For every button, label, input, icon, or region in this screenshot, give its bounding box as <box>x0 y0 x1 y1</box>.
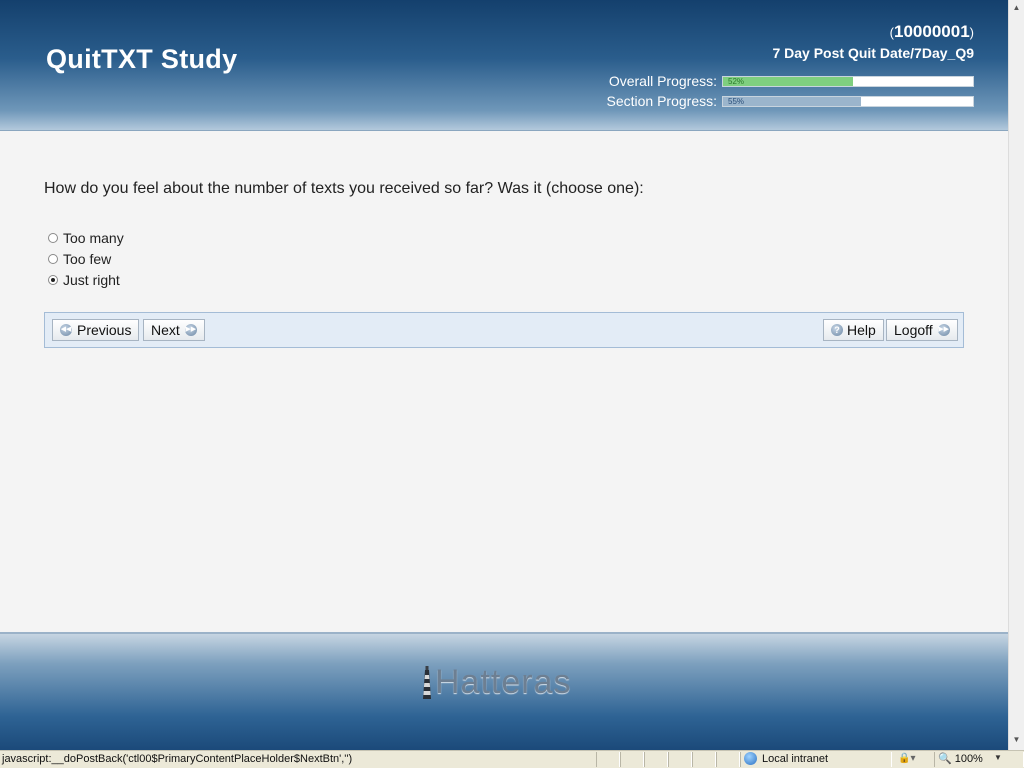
participant-info: (10000001) 7 Day Post Quit Date/7Day_Q9 <box>772 22 974 61</box>
radio-too-few[interactable] <box>48 253 58 264</box>
help-label: Help <box>847 322 876 338</box>
status-cell <box>716 752 740 767</box>
radio-just-right[interactable] <box>48 274 58 285</box>
overall-progress-percent: 52% <box>728 76 745 86</box>
chevron-down-icon[interactable]: ▼ <box>994 753 1002 762</box>
answer-options: Too many Too few Just right <box>48 227 124 290</box>
zone-label: Local intranet <box>762 752 829 765</box>
hatteras-logo: Hatteras <box>420 664 572 700</box>
fast-forward-icon: ▶▶ <box>937 324 950 336</box>
help-button[interactable]: ? Help <box>823 319 884 341</box>
status-cell <box>644 752 668 767</box>
status-cell <box>620 752 644 767</box>
zoom-icon: 🔍 <box>938 753 952 765</box>
status-bar: javascript:__doPostBack('ctl00$PrimaryCo… <box>0 750 1024 768</box>
overall-progress-bar: 52% <box>722 75 974 87</box>
participant-id-value: 10000001 <box>894 22 970 41</box>
logo-text: Hatteras <box>435 663 572 701</box>
protected-mode-icon[interactable]: 🔒▾ <box>898 753 915 764</box>
status-cell <box>692 752 716 767</box>
option-label: Too few <box>63 250 112 267</box>
next-button[interactable]: Next ▶▶ <box>143 319 205 341</box>
security-zone: Local intranet <box>744 752 828 765</box>
option-too-many[interactable]: Too many <box>48 227 124 248</box>
scroll-up-icon[interactable]: ▲ <box>1009 0 1024 16</box>
status-cell <box>668 752 692 767</box>
previous-label: Previous <box>77 322 132 338</box>
question-text: How do you feel about the number of text… <box>44 180 644 197</box>
rewind-icon: ◀◀ <box>60 324 72 336</box>
zoom-level: 100% <box>954 752 983 765</box>
overall-progress: Overall Progress: 52% <box>609 73 974 89</box>
section-progress-percent: 55% <box>728 96 745 106</box>
overall-progress-label: Overall Progress: <box>608 73 717 89</box>
radio-too-many[interactable] <box>48 232 58 243</box>
next-label: Next <box>151 322 180 338</box>
previous-button[interactable]: ◀◀ Previous <box>52 319 140 341</box>
logoff-label: Logoff <box>894 322 933 338</box>
header-banner: QuitTXT Study (10000001) 7 Day Post Quit… <box>0 0 1008 131</box>
intranet-globe-icon <box>744 752 757 765</box>
vertical-scrollbar[interactable]: ▲ ▼ <box>1008 0 1024 750</box>
question-icon: ? <box>831 324 843 336</box>
status-cell <box>596 752 620 767</box>
participant-id: (10000001) <box>889 22 974 41</box>
section-progress-bar: 55% <box>722 95 974 107</box>
option-just-right[interactable]: Just right <box>48 269 124 290</box>
section-progress: Section Progress: 55% <box>606 93 974 109</box>
footer-banner: Hatteras <box>0 632 1008 752</box>
section-name: 7 Day Post Quit Date/7Day_Q9 <box>772 45 974 61</box>
option-label: Too many <box>63 229 124 246</box>
fast-forward-icon: ▶▶ <box>184 324 197 336</box>
option-too-few[interactable]: Too few <box>48 248 124 269</box>
lighthouse-icon <box>423 666 431 699</box>
logoff-button[interactable]: Logoff ▶▶ <box>886 319 958 341</box>
section-progress-label: Section Progress: <box>606 93 718 109</box>
navigation-bar: ◀◀ Previous Next ▶▶ ? Help Logoff ▶▶ <box>44 312 964 348</box>
zoom-control[interactable]: 🔍 100% <box>938 752 983 766</box>
status-text: javascript:__doPostBack('ctl00$PrimaryCo… <box>2 753 353 765</box>
option-label: Just right <box>63 271 120 288</box>
scroll-down-icon[interactable]: ▼ <box>1009 732 1024 748</box>
study-title: QuitTXT Study <box>46 44 238 74</box>
